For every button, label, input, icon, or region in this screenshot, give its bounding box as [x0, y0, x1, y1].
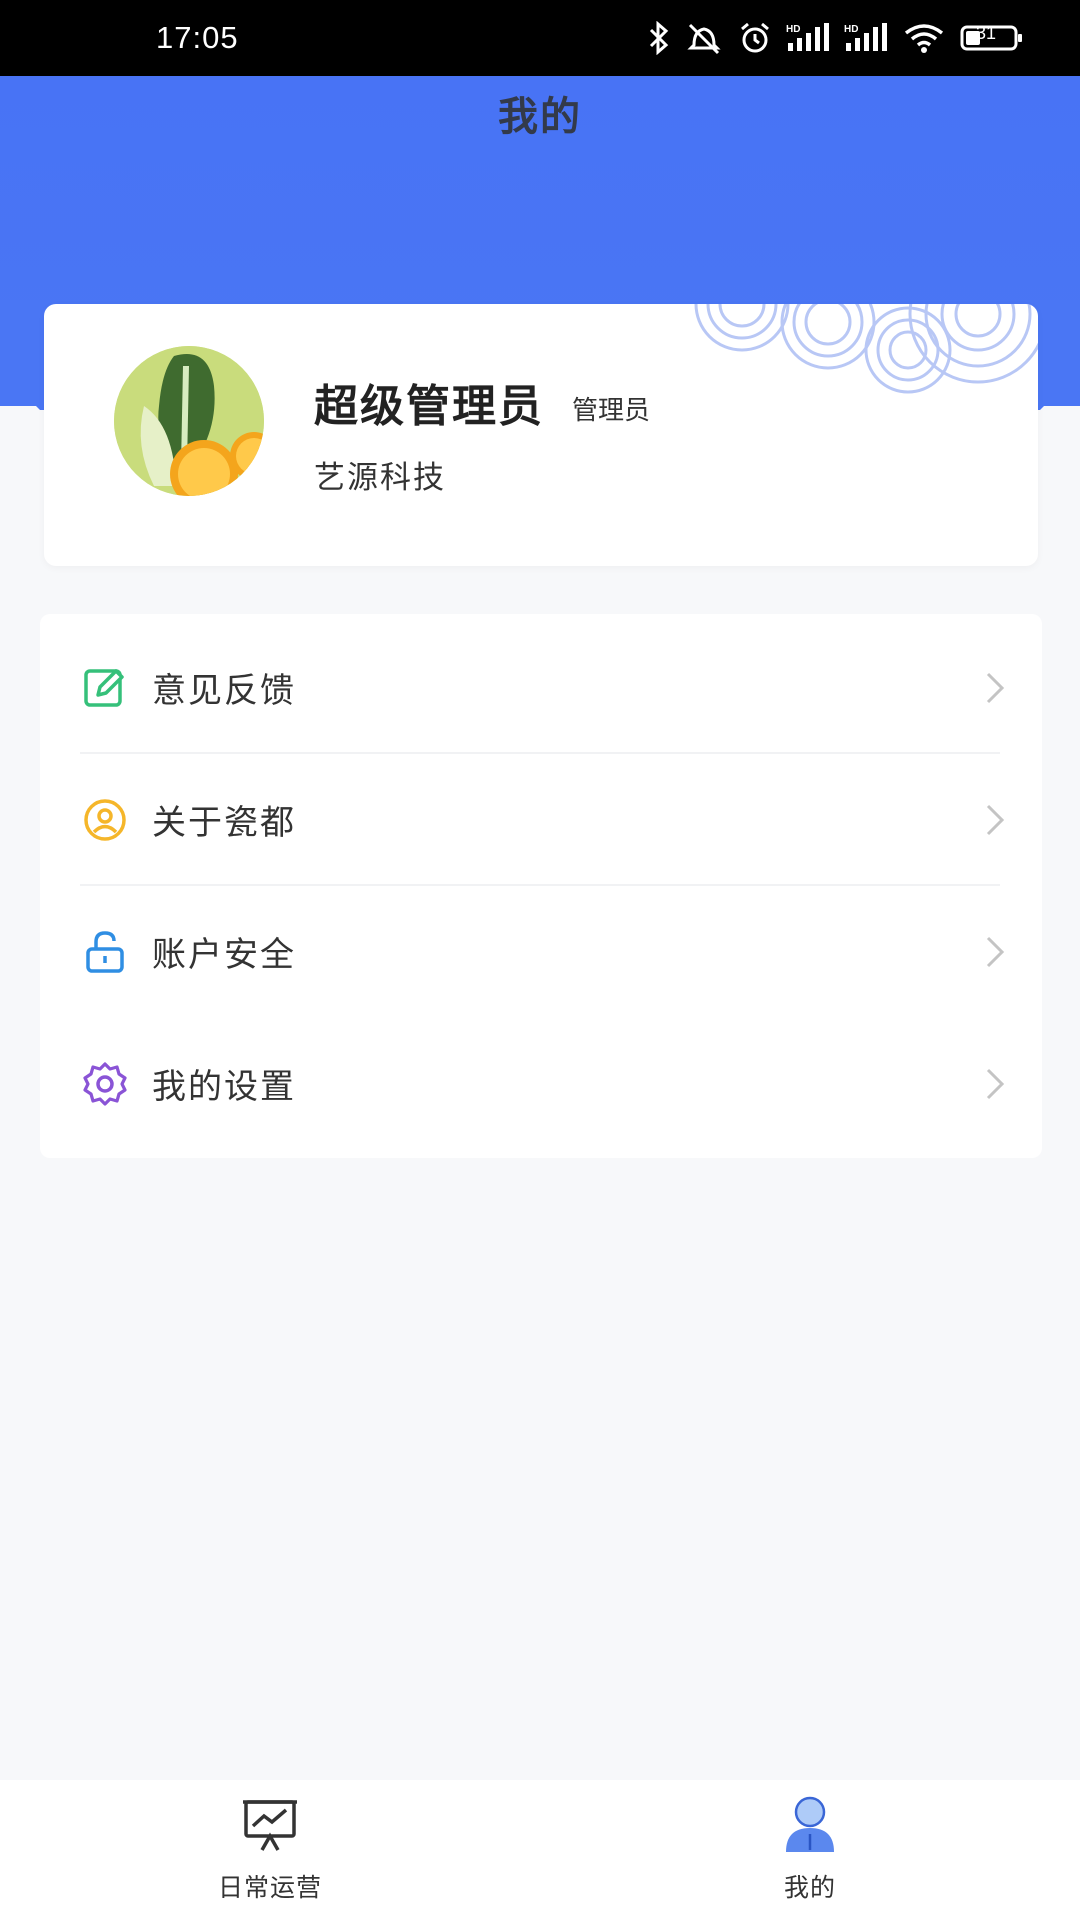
chevron-right-icon: [986, 936, 1005, 967]
hd-signal-icon: HD: [786, 23, 829, 51]
menu-item-account-security[interactable]: 账户安全: [40, 886, 1042, 1017]
profile-card[interactable]: 超级管理员 管理员 艺源科技: [44, 304, 1038, 566]
wifi-icon: [904, 24, 944, 53]
tab-daily-operations[interactable]: 日常运营: [0, 1780, 540, 1920]
svg-text:HD: HD: [786, 24, 800, 35]
user-company: 艺源科技: [314, 460, 446, 496]
menu-item-about[interactable]: 关于瓷都: [40, 754, 1042, 885]
status-icons: HD HD 31: [648, 21, 1024, 55]
bluetooth-icon: [649, 21, 669, 55]
decorative-circles: [694, 304, 1038, 394]
edit-icon: [84, 668, 124, 707]
unlock-icon: [86, 930, 124, 973]
svg-text:HD: HD: [844, 24, 858, 35]
menu-label-account-security: 账户安全: [152, 935, 296, 975]
alarm-icon: [741, 22, 769, 53]
bottom-tab-bar: 日常运营 我的: [0, 1780, 1080, 1920]
user-circle-icon: [84, 798, 126, 841]
hd-signal-icon: HD: [844, 23, 887, 51]
chevron-right-icon: [986, 1068, 1005, 1099]
menu-label-feedback: 意见反馈: [152, 671, 296, 711]
page-title: 我的: [498, 94, 582, 140]
tab-mine[interactable]: 我的: [540, 1780, 1080, 1920]
menu-card: 意见反馈 关于瓷都 账户安全 我的设置: [40, 614, 1042, 1158]
chevron-right-icon: [986, 804, 1005, 835]
screen: 17:05 HD HD 31 我的 超级管理员 管理员 艺源科技 意见反馈 关于…: [0, 0, 1080, 1920]
menu-label-about: 关于瓷都: [152, 803, 296, 843]
user-name: 超级管理员: [314, 381, 544, 432]
battery-level: 31: [975, 23, 996, 43]
menu-item-feedback[interactable]: 意见反馈: [40, 622, 1042, 753]
presentation-chart-icon: [243, 1800, 297, 1851]
tab-label-daily-operations: 日常运营: [217, 1873, 322, 1902]
mute-icon: [687, 23, 721, 55]
menu-item-settings[interactable]: 我的设置: [40, 1018, 1042, 1149]
avatar[interactable]: [114, 346, 264, 496]
person-icon: [786, 1796, 834, 1852]
gear-icon: [83, 1061, 127, 1106]
tab-label-mine: 我的: [783, 1873, 836, 1902]
chevron-right-icon: [986, 672, 1005, 703]
status-bar: 17:05 HD HD 31: [0, 0, 1080, 76]
status-time: 17:05: [156, 20, 239, 55]
menu-label-settings: 我的设置: [152, 1067, 296, 1107]
user-role-badge: 管理员: [572, 396, 651, 426]
